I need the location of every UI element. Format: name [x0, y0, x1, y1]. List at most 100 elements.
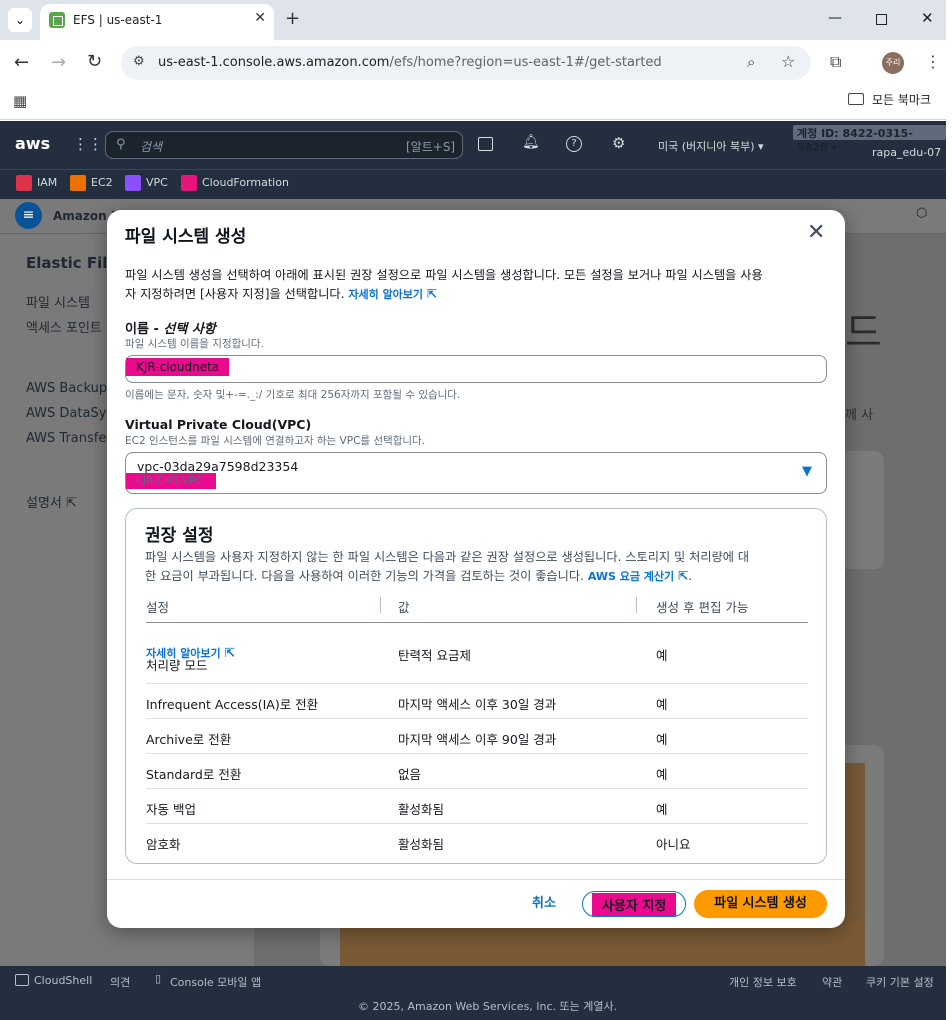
browser-menu-icon[interactable]: ⋮ [925, 52, 941, 71]
sidebar-item-access-points[interactable]: 액세스 포인트 [26, 317, 102, 336]
help-icon[interactable]: ? [566, 136, 582, 152]
pricing-calculator-link[interactable]: AWS 요금 계산기 [588, 570, 674, 583]
user-name: rapa_edu-07 [872, 146, 942, 159]
sidebar-item-docs[interactable]: 설명서 ⇱ [26, 492, 77, 511]
modal-description-line1: 파일 시스템 생성을 선택하여 아래에 표시된 권장 설정으로 파일 시스템을 … [125, 268, 763, 282]
column-divider [636, 597, 637, 613]
notifications-bell-icon[interactable]: 🔔︎ [522, 134, 540, 150]
account-menu[interactable]: 계정 ID: 8422-0315-5820 ▾ [793, 125, 946, 154]
back-icon[interactable]: ← [14, 52, 29, 73]
name-optional: 선택 사항 [163, 322, 216, 337]
cloudformation-service-icon [181, 175, 197, 191]
recommended-title: 권장 설정 [145, 526, 214, 546]
bookmark-star-icon[interactable]: ☆ [781, 52, 795, 71]
name-hint: 파일 시스템 이름을 지정합니다. [125, 338, 264, 350]
external-link-icon: ⇱ [66, 496, 77, 511]
forward-icon[interactable]: → [51, 52, 66, 73]
column-divider [380, 597, 381, 613]
modal-description-tail: 자 지정하려면 [사용자 지정]을 선택합니다. [125, 287, 345, 301]
sidebar-item-aws-backup[interactable]: AWS Backup [26, 381, 107, 396]
editable-cell: 예 [656, 767, 668, 782]
external-link-icon: ⇱ [426, 287, 438, 301]
footer-mobile-app[interactable]: Console 모바일 앱 [170, 974, 261, 990]
url-path: /efs/home?region=us-east-1#/get-started [389, 55, 662, 70]
table-row: 처리량 모드 자세히 알아보기 ⇱ 탄력적 요금제 예 [146, 623, 808, 684]
modal-footer-divider [107, 879, 845, 880]
minimize-window-button[interactable]: — [828, 10, 842, 26]
search-shortcut: [알트+S] [406, 140, 456, 154]
aws-logo[interactable]: aws [15, 134, 50, 153]
close-window-button[interactable]: ✕ [921, 9, 934, 27]
customize-label: 사용자 지정 [591, 893, 677, 916]
value-cell: 마지막 액세스 이후 90일 경과 [398, 732, 557, 747]
editable-cell: 아니요 [656, 837, 691, 852]
page-settings-icon[interactable]: ⬡ [916, 206, 927, 221]
recommended-desc-text: 한 요금이 부과됩니다. 다음을 사용하여 이러한 기능의 가격을 검토하는 것… [145, 569, 588, 583]
value-cell: 마지막 액세스 이후 30일 경과 [398, 697, 557, 712]
dropdown-caret-icon: ▼ [802, 464, 812, 479]
value-cell: 없음 [398, 767, 422, 782]
region-selector[interactable]: 미국 (버지니아 북부) ▾ [658, 138, 764, 154]
recommended-settings-panel: 권장 설정 파일 시스템을 사용자 지정하지 않는 한 파일 시스템은 다음과 … [125, 508, 827, 864]
throughput-mode-label: 처리량 모드 [146, 658, 208, 673]
search-placeholder: 검색 [140, 140, 163, 154]
setting-cell: Archive로 전환 [146, 732, 232, 747]
profile-avatar[interactable]: 주리 [882, 52, 904, 74]
file-system-name-input[interactable]: KJR-cloudneta [125, 355, 827, 383]
apps-grid-icon[interactable]: ▦ [13, 92, 27, 110]
cloudshell-footer-icon[interactable] [15, 974, 29, 986]
table-row: Standard로 전환 없음 예 [146, 754, 808, 789]
favorite-iam[interactable]: IAM [37, 176, 57, 189]
name-constraint: 이름에는 문자, 숫자 및+-=._:/ 기호로 최대 256자까지 포함될 수… [125, 389, 461, 401]
region-label: 미국 (버지니아 북부) [658, 140, 755, 153]
close-tab-icon[interactable]: ✕ [254, 10, 266, 26]
setting-cell: 자동 백업 [146, 802, 196, 817]
url-bar[interactable]: ⚙ us-east-1.console.aws.amazon.com/efs/h… [121, 46, 811, 80]
all-bookmarks-label[interactable]: 모든 북마크 [872, 91, 931, 108]
editable-cell: 예 [656, 648, 668, 663]
sidebar-item-transfer[interactable]: AWS Transfer [26, 431, 112, 446]
settings-gear-icon[interactable]: ⚙ [612, 134, 625, 152]
side-nav-toggle-icon[interactable]: ≡ [15, 202, 42, 229]
cancel-button[interactable]: 취소 [519, 890, 569, 918]
footer-privacy[interactable]: 개인 정보 보호 [729, 974, 797, 990]
vpc-select[interactable]: vpc-03da29a7598d23354 KJR-CH5-VPC ▼ [125, 452, 827, 494]
sidebar-item-file-systems[interactable]: 파일 시스템 [26, 292, 90, 311]
cloudshell-nav-icon[interactable] [478, 137, 493, 151]
favorite-cloudformation[interactable]: CloudFormation [202, 176, 289, 189]
reload-icon[interactable]: ↻ [87, 51, 102, 72]
extensions-icon[interactable]: ⧉ [830, 52, 841, 72]
hero-text: 께 사 [845, 408, 874, 423]
editable-cell: 예 [656, 732, 668, 747]
value-cell: 활성화됨 [398, 837, 445, 852]
new-tab-button[interactable]: + [285, 8, 300, 29]
learn-more-link[interactable]: 자세히 알아보기 [348, 288, 423, 301]
table-row: Archive로 전환 마지막 액세스 이후 90일 경과 예 [146, 719, 808, 754]
create-file-system-button[interactable]: 파일 시스템 생성 [694, 890, 827, 918]
column-header-value: 값 [398, 600, 410, 615]
favorite-ec2[interactable]: EC2 [91, 176, 113, 189]
zoom-icon[interactable]: ⌕ [747, 53, 755, 71]
name-input-value: KJR-cloudneta [126, 358, 230, 376]
favorite-vpc[interactable]: VPC [146, 176, 168, 189]
aws-search-input[interactable]: ⚲ 검색 [알트+S] [105, 131, 463, 159]
editable-cell: 예 [656, 697, 668, 712]
footer-terms[interactable]: 약관 [822, 974, 842, 990]
footer-cookies[interactable]: 쿠키 기본 설정 [866, 974, 934, 990]
customize-button[interactable]: 사용자 지정 [582, 891, 686, 917]
name-label: 이름 - 선택 사항 [125, 318, 216, 337]
setting-cell: 처리량 모드 자세히 알아보기 ⇱ [146, 645, 236, 673]
footer-feedback[interactable]: 의견 [110, 974, 130, 990]
vpc-name: KJR-CH5-VPC [126, 473, 216, 489]
browser-tab[interactable]: EFS | us-east-1 ✕ [40, 4, 274, 40]
docs-label: 설명서 [26, 496, 62, 511]
url-text: us-east-1.console.aws.amazon.com/efs/hom… [158, 55, 662, 70]
footer-cloudshell[interactable]: CloudShell [34, 974, 92, 987]
modal-close-icon[interactable]: ✕ [807, 220, 825, 245]
modal-description-line2: 자 지정하려면 [사용자 지정]을 선택합니다. 자세히 알아보기 ⇱ [125, 284, 437, 302]
external-link-icon: ⇱ [224, 645, 236, 660]
site-info-icon[interactable]: ⚙ [133, 54, 145, 69]
table-row: 자동 백업 활성화됨 예 [146, 789, 808, 824]
maximize-window-button[interactable] [876, 14, 887, 25]
tab-search-button[interactable]: ⌄ [8, 8, 32, 32]
